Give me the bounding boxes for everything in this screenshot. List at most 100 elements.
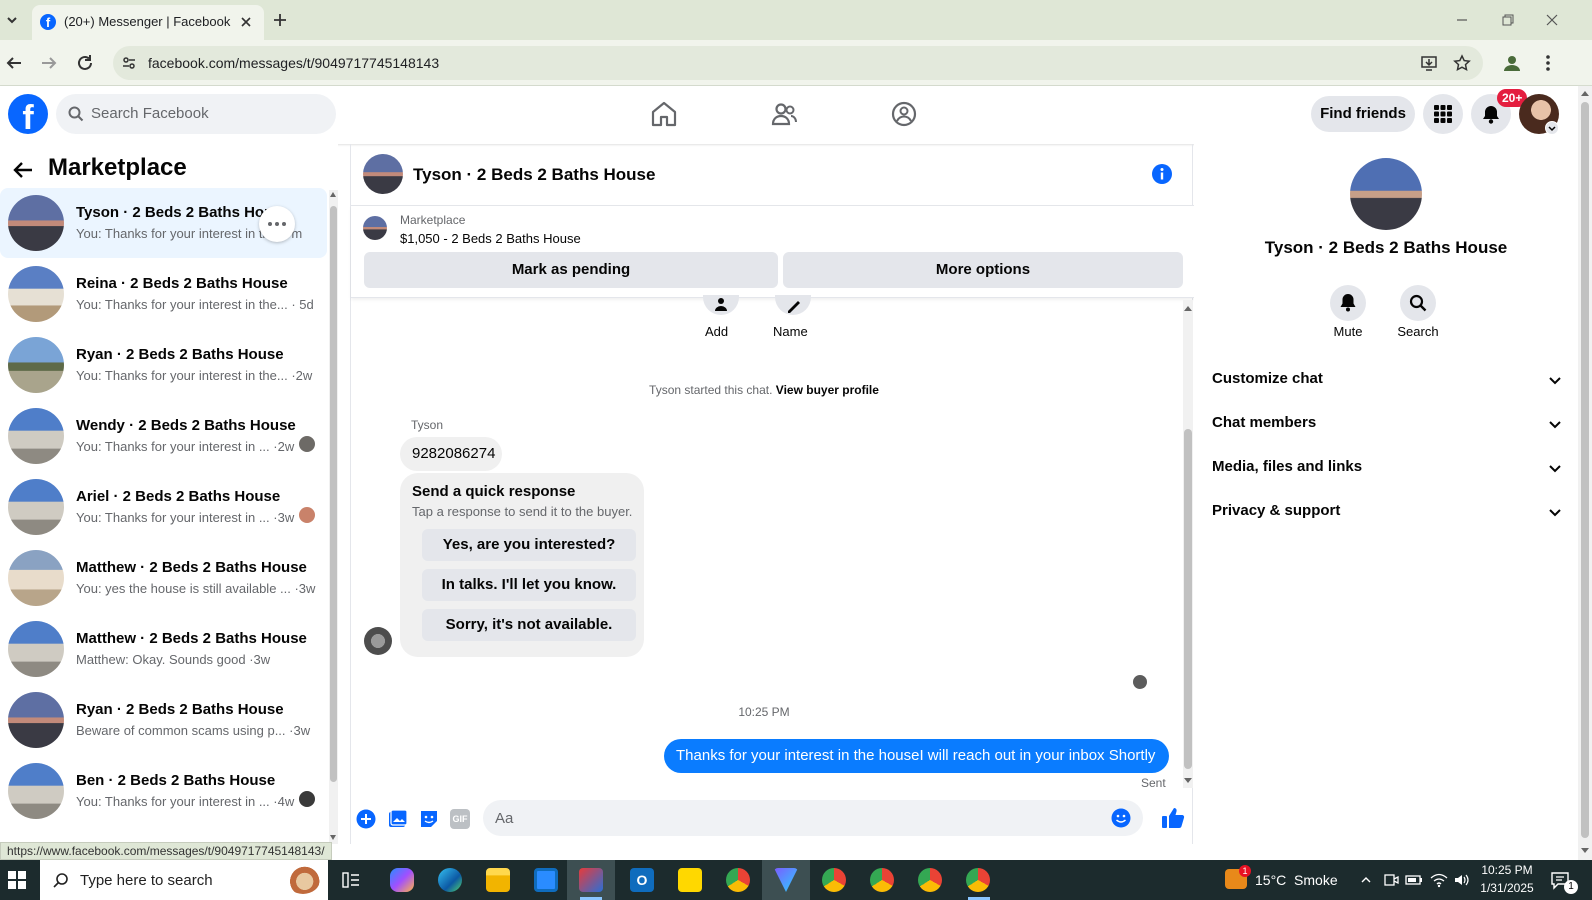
site-info-icon[interactable]	[121, 55, 137, 71]
quick-response-option[interactable]: In talks. I'll let you know.	[422, 569, 636, 601]
name-action-button[interactable]	[775, 295, 811, 315]
media-files-links-section[interactable]: Media, files and links	[1212, 458, 1562, 488]
conversation-item[interactable]: Tyson · 2 Beds 2 Baths House You: Thanks…	[0, 188, 327, 258]
find-friends-button[interactable]: Find friends	[1311, 96, 1415, 132]
outlook-icon[interactable]: O	[630, 868, 654, 892]
chrome-profile-icon[interactable]	[918, 868, 942, 892]
chat-scrollbar[interactable]	[1183, 300, 1193, 788]
conversation-item[interactable]: Ryan · 2 Beds 2 Baths House Beware of co…	[0, 685, 327, 755]
snipping-tool-icon[interactable]	[579, 868, 603, 892]
clock-date[interactable]: 1/31/2025	[1478, 881, 1536, 895]
friends-nav-icon[interactable]	[770, 100, 798, 128]
file-explorer-icon[interactable]	[486, 868, 510, 892]
conversation-item[interactable]: Ariel · 2 Beds 2 Baths House You: Thanks…	[0, 472, 327, 542]
more-options-button[interactable]: More options	[783, 252, 1183, 288]
customize-chat-section[interactable]: Customize chat	[1212, 370, 1562, 400]
edge-icon[interactable]	[438, 868, 462, 892]
tab-list-chevron-icon[interactable]	[4, 12, 20, 28]
emoji-icon[interactable]	[1111, 808, 1131, 828]
back-icon[interactable]	[5, 54, 23, 72]
sidebar-scrollbar[interactable]	[329, 190, 338, 844]
chrome-profile-icon[interactable]	[726, 868, 750, 892]
scroll-up-icon[interactable]	[330, 192, 336, 197]
omnibox[interactable]: facebook.com/messages/t/9049717745148143	[113, 46, 1483, 80]
mute-button[interactable]	[1330, 285, 1366, 321]
groups-nav-icon[interactable]	[890, 100, 918, 128]
menu-grid-button[interactable]	[1423, 94, 1463, 134]
info-icon[interactable]	[1151, 163, 1173, 185]
conversation-item[interactable]: Matthew · 2 Beds 2 Baths House Matthew: …	[0, 614, 327, 684]
clock-time[interactable]: 10:25 PM	[1478, 863, 1536, 877]
conversation-more-button[interactable]	[259, 206, 295, 242]
add-more-icon[interactable]	[356, 809, 376, 829]
sticky-notes-icon[interactable]	[678, 868, 702, 892]
chat-avatar[interactable]	[363, 154, 403, 194]
battery-icon[interactable]	[1405, 872, 1423, 888]
chrome-profile-icon[interactable]	[822, 868, 846, 892]
privacy-support-section[interactable]: Privacy & support	[1212, 502, 1562, 532]
install-app-icon[interactable]	[1420, 54, 1438, 72]
scroll-thumb[interactable]	[330, 206, 337, 782]
scroll-up-icon[interactable]	[1581, 91, 1589, 96]
search-facebook[interactable]: Search Facebook	[56, 94, 336, 134]
facebook-logo[interactable]: f	[8, 94, 48, 134]
windows-start-icon[interactable]	[8, 871, 26, 889]
add-action-button[interactable]	[703, 295, 739, 315]
close-tab-icon[interactable]	[238, 14, 254, 30]
chrome-profile-icon[interactable]	[870, 868, 894, 892]
scroll-thumb[interactable]	[1184, 429, 1192, 769]
view-buyer-profile-link[interactable]: View buyer profile	[776, 383, 879, 397]
browser-menu-icon[interactable]	[1540, 53, 1556, 73]
sender-avatar[interactable]	[364, 627, 392, 655]
conversation-item[interactable]: Matthew · 2 Beds 2 Baths House You: yes …	[0, 543, 327, 613]
page-scrollbar[interactable]	[1578, 86, 1592, 860]
scroll-down-icon[interactable]	[330, 835, 336, 840]
chrome-profile-icon[interactable]	[966, 868, 990, 892]
chat-info-avatar[interactable]	[1350, 158, 1422, 230]
close-window-icon[interactable]	[1544, 12, 1560, 28]
browser-tab-active[interactable]: f (20+) Messenger | Facebook	[32, 5, 264, 40]
search-in-chat-button[interactable]	[1400, 285, 1436, 321]
chat-members-section[interactable]: Chat members	[1212, 414, 1562, 444]
back-arrow-icon[interactable]	[12, 160, 34, 180]
meet-now-icon[interactable]	[1383, 872, 1399, 888]
outgoing-message-bubble[interactable]: Thanks for your interest in the houseI w…	[664, 739, 1169, 773]
conversation-item[interactable]: Wendy · 2 Beds 2 Baths House You: Thanks…	[0, 401, 327, 471]
taskbar-search-box[interactable]: Type here to search	[40, 860, 328, 900]
gif-icon[interactable]: GIF	[450, 809, 470, 829]
scroll-down-icon[interactable]	[1581, 848, 1589, 853]
store-icon[interactable]	[534, 868, 558, 892]
volume-icon[interactable]	[1453, 872, 1471, 888]
forward-icon[interactable]	[40, 54, 58, 72]
profile-icon[interactable]	[1502, 53, 1522, 73]
listing-thumbnail[interactable]	[363, 216, 387, 240]
chat-title[interactable]: Tyson · 2 Beds 2 Baths House	[413, 165, 655, 185]
photo-icon[interactable]	[388, 809, 408, 829]
task-view-icon[interactable]	[341, 870, 361, 890]
mark-pending-button[interactable]: Mark as pending	[364, 252, 778, 288]
restore-window-icon[interactable]	[1500, 12, 1516, 28]
incoming-message-bubble[interactable]: 9282086274	[400, 437, 502, 471]
scroll-thumb[interactable]	[1581, 102, 1589, 838]
wifi-icon[interactable]	[1430, 872, 1448, 888]
like-thumb-icon[interactable]	[1161, 806, 1185, 830]
listing-description[interactable]: $1,050 - 2 Beds 2 Baths House	[400, 231, 581, 246]
chevron-up-icon[interactable]	[1360, 874, 1372, 886]
weather-text[interactable]: 15°C Smoke	[1255, 872, 1338, 888]
home-nav-icon[interactable]	[650, 100, 678, 128]
scroll-down-icon[interactable]	[1184, 778, 1192, 783]
scroll-up-icon[interactable]	[1184, 306, 1192, 311]
new-tab-icon[interactable]	[272, 12, 288, 28]
message-input[interactable]: Aa	[483, 800, 1143, 836]
conversation-item[interactable]: Reina · 2 Beds 2 Baths House You: Thanks…	[0, 259, 327, 329]
bookmark-star-icon[interactable]	[1453, 54, 1471, 72]
account-chevron-icon[interactable]	[1545, 121, 1559, 135]
copilot-icon[interactable]	[390, 868, 414, 892]
minimize-window-icon[interactable]	[1454, 12, 1470, 28]
quick-response-option[interactable]: Sorry, it's not available.	[422, 609, 636, 641]
conversation-item[interactable]: Ben · 2 Beds 2 Baths House You: Thanks f…	[0, 756, 327, 826]
reload-icon[interactable]	[76, 54, 94, 72]
quick-response-option[interactable]: Yes, are you interested?	[422, 529, 636, 561]
conversation-item[interactable]: Ryan · 2 Beds 2 Baths House You: Thanks …	[0, 330, 327, 400]
sticker-icon[interactable]	[419, 809, 439, 829]
